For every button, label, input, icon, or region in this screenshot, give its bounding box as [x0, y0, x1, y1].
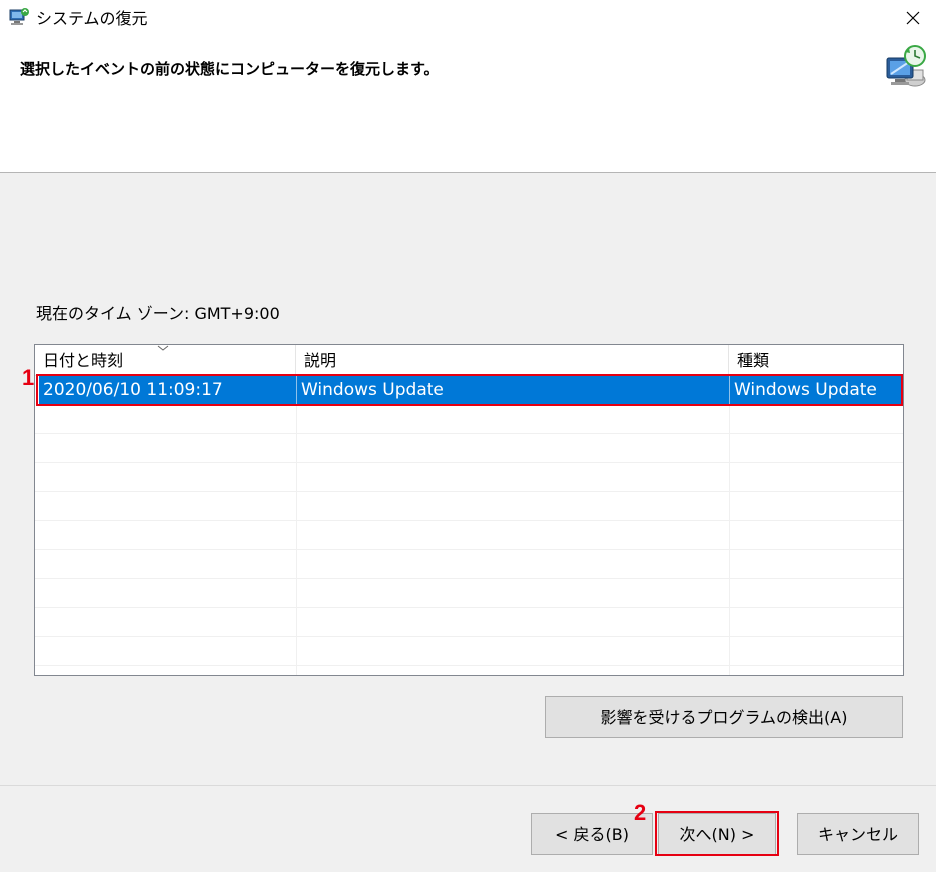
column-header-type[interactable]: 種類 — [729, 345, 903, 375]
annotation-number-1: 1 — [22, 365, 35, 390]
row-description-cell: Windows Update — [301, 380, 444, 400]
system-restore-icon — [8, 7, 30, 27]
empty-row — [35, 433, 903, 463]
empty-row — [35, 462, 903, 492]
empty-row — [35, 636, 903, 666]
empty-row — [35, 520, 903, 550]
title-bar: システムの復元 — [0, 0, 936, 38]
table-header: 日付と時刻 説明 種類 — [35, 345, 903, 376]
empty-row — [35, 578, 903, 608]
column-divider — [296, 375, 297, 675]
window-title: システムの復元 — [36, 9, 148, 28]
dialog-header: 選択したイベントの前の状態にコンピューターを復元します。 — [0, 38, 936, 173]
close-icon — [906, 11, 920, 25]
empty-row — [35, 404, 903, 434]
restore-computer-icon — [885, 44, 929, 92]
empty-row — [35, 607, 903, 637]
table-row[interactable]: 2020/06/10 11:09:17 Windows Update Windo… — [39, 376, 903, 404]
cancel-button[interactable]: キャンセル — [797, 813, 919, 855]
row-type-cell: Windows Update — [734, 380, 877, 400]
chevron-down-icon — [157, 345, 169, 351]
page-title: 選択したイベントの前の状態にコンピューターを復元します。 — [20, 60, 439, 78]
timezone-label: 現在のタイム ゾーン: GMT+9:00 — [36, 304, 280, 323]
empty-row — [35, 549, 903, 579]
column-header-date[interactable]: 日付と時刻 — [35, 345, 296, 375]
scan-affected-programs-button[interactable]: 影響を受けるプログラムの検出(A) — [545, 696, 903, 738]
next-button[interactable]: 次へ(N) > — [658, 813, 776, 855]
close-button[interactable] — [890, 0, 936, 36]
column-header-description[interactable]: 説明 — [296, 345, 729, 375]
footer-divider — [0, 785, 936, 786]
annotation-number-2: 2 — [634, 800, 647, 825]
restore-points-table[interactable]: 日付と時刻 説明 種類 2020/06/10 11:09:17 Windows … — [34, 344, 904, 676]
empty-row — [35, 491, 903, 521]
row-date-cell: 2020/06/10 11:09:17 — [43, 380, 223, 400]
column-divider — [729, 375, 730, 675]
dialog-body: 現在のタイム ゾーン: GMT+9:00 日付と時刻 説明 種類 2020/06… — [0, 173, 936, 872]
